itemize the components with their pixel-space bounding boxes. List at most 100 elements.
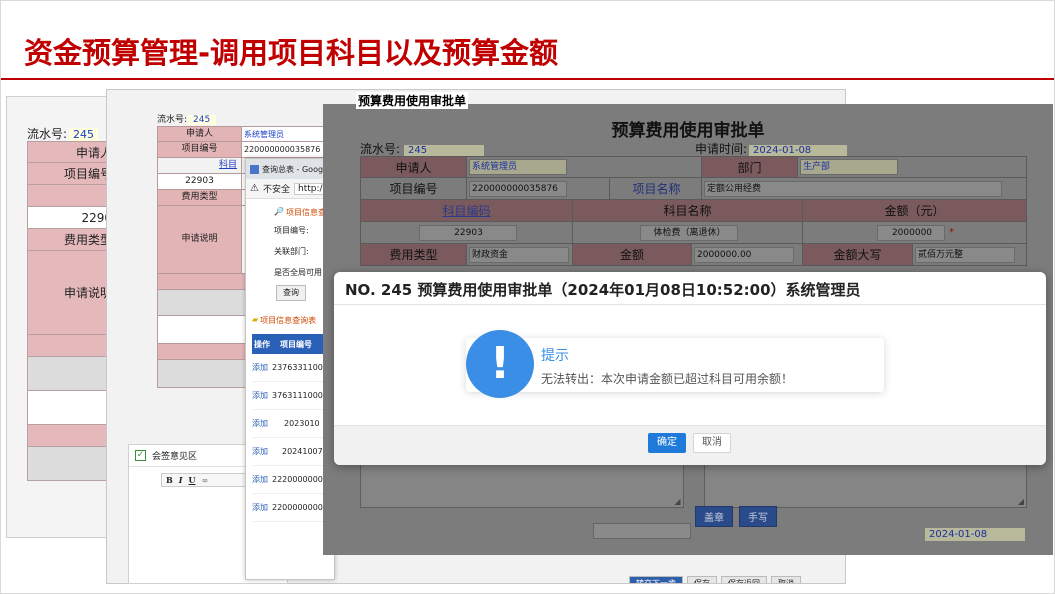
serial-value: 245 — [404, 145, 485, 156]
list-row: 添加 22200000004 — [252, 466, 334, 494]
add-link[interactable]: 添加 — [252, 362, 268, 373]
address-bar: ⚠ 不安全 http:/ — [246, 179, 334, 199]
form-grid: 申请人 系统管理员 部门 生产部 项目编号 220000000035876 项目… — [360, 156, 1027, 266]
applicant-label: 申请人 — [360, 157, 466, 177]
form-row: 费用类型 — [27, 229, 115, 251]
form-grid: 申请人 项目编号 2290 费用类型 申请说明 — [27, 141, 115, 481]
handwrite-button[interactable]: 手写 — [739, 506, 777, 527]
tab-title: 查询总表 - Googl — [262, 164, 326, 174]
expense-type-select[interactable]: 财政资金 — [469, 246, 569, 263]
opinion-textarea-right[interactable]: ◢ — [703, 464, 1027, 508]
checkbox-icon[interactable]: ✓ — [135, 450, 146, 461]
stamp-button[interactable]: 盖章 — [695, 506, 733, 527]
alert-dialog: NO. 245 预算费用使用审批单（2024年01月08日10:52:00）系统… — [334, 272, 1046, 465]
row-label: 申请人 — [158, 127, 242, 141]
project-name-input[interactable]: 定额公用经费 — [704, 180, 1002, 197]
table-header-row: 科目编码 科目名称 金额（元） — [360, 200, 1027, 222]
row-value[interactable]: 系统管理员 — [242, 127, 336, 141]
form-title: 预算费用使用审批单 — [611, 121, 765, 141]
save-return-button[interactable]: 保存返回 — [721, 576, 767, 583]
next-step-button[interactable]: 转交下一步 — [629, 576, 683, 583]
row-code: 22200000004 — [272, 475, 328, 484]
link-icon[interactable]: ∞ — [202, 475, 209, 485]
resize-grip-icon[interactable]: ◢ — [674, 497, 680, 506]
italic-button[interactable]: I — [179, 475, 183, 485]
dialog-title: NO. 245 预算费用使用审批单（2024年01月08日10:52:00）系统… — [345, 281, 861, 299]
form-row — [27, 447, 115, 481]
table-row: 22903 体检费（离退休） 2000000 * — [360, 222, 1027, 244]
form-row — [27, 391, 115, 425]
cancel-button[interactable]: 取消 — [693, 433, 731, 453]
amount-header: 金额（元） — [802, 200, 1027, 221]
row-code: 23763311000 — [272, 363, 328, 372]
row-label: 费用类型 — [158, 190, 242, 205]
query-button[interactable]: 查询 — [276, 285, 306, 301]
project-code-input[interactable]: 220000000035876 — [469, 180, 567, 197]
add-link[interactable]: 添加 — [252, 390, 268, 401]
form-row — [27, 335, 115, 357]
list-row: 添加 20241007 — [252, 438, 334, 466]
date-value: 2024-01-08 — [749, 145, 848, 156]
resize-grip-icon[interactable]: ◢ — [1018, 497, 1024, 506]
serial-value: 245 — [69, 128, 99, 141]
row-label: 项目编号 — [158, 142, 242, 157]
footer-input[interactable] — [593, 523, 691, 539]
dept-input[interactable]: 生产部 — [800, 159, 898, 175]
serial-label: 流水号: — [360, 142, 401, 156]
serial-label: 流水号: — [157, 115, 188, 125]
url-input[interactable]: http:/ — [293, 182, 327, 195]
opinion-textarea-left[interactable]: ◢ — [360, 464, 684, 508]
add-link[interactable]: 添加 — [252, 474, 268, 485]
browser-tab[interactable]: 查询总表 - Googl — [246, 159, 334, 179]
add-link[interactable]: 添加 — [252, 446, 268, 457]
amount-input[interactable]: 2000000 — [877, 224, 945, 241]
opinion-areas: ◢ ◢ — [360, 464, 1027, 508]
money-input[interactable]: 2000000.00 — [694, 246, 794, 263]
info-icon: ! — [466, 330, 534, 398]
form-row: 费用类型 财政资金 金额 2000000.00 金额大写 贰佰万元整 — [360, 244, 1027, 266]
cancel-button[interactable]: 取消 — [771, 576, 801, 583]
confirm-button[interactable]: 确定 — [648, 433, 686, 453]
serial-label: 流水号: — [27, 127, 68, 141]
form-row: 申请人 系统管理员 部门 生产部 — [360, 156, 1027, 178]
form-row: 申请说明 — [27, 251, 115, 335]
money-label: 金额 — [572, 244, 691, 265]
project-name-label: 项目名称 — [609, 178, 701, 199]
slide-title: 资金预算管理-调用项目科目以及预算金额 — [24, 36, 559, 70]
list-row: 添加 3763111000 — [252, 382, 334, 410]
dept-label: 部门 — [701, 157, 797, 177]
dialog-footer — [334, 425, 1046, 465]
subject-code-input[interactable]: 22903 — [418, 224, 517, 241]
column-header: 操作 — [254, 339, 270, 349]
money-upper-input[interactable]: 贰佰万元整 — [915, 246, 1015, 263]
list-row: 添加 2023010 — [252, 410, 334, 438]
form-row — [27, 185, 115, 207]
underline-button[interactable]: U — [189, 475, 196, 485]
serial-field: 流水号: 245 — [157, 112, 217, 125]
applicant-input[interactable]: 系统管理员 — [469, 159, 567, 175]
form-row: 申请人 — [27, 141, 115, 163]
subject-name-input[interactable]: 体检费（离退休） — [639, 224, 738, 241]
message-text: 无法转出：本次申请金额已超过科目可用余额！ — [541, 372, 794, 386]
sign-buttons: 盖章 手写 — [695, 506, 777, 527]
form-top-title: 预算费用使用审批单 — [356, 92, 469, 109]
bold-button[interactable]: B — [166, 475, 173, 485]
add-link[interactable]: 添加 — [252, 418, 268, 429]
column-header: 项目编号 — [280, 339, 312, 349]
project-code-label: 项目编号 — [360, 178, 466, 199]
save-button[interactable]: 保存 — [687, 576, 717, 583]
subject-code-link[interactable]: 科目编码 — [442, 202, 490, 219]
form-row: 项目编号 220000000035876 项目名称 定额公用经费 — [360, 178, 1027, 200]
subject-link[interactable]: 科目 — [219, 160, 237, 170]
add-link[interactable]: 添加 — [252, 502, 268, 513]
form-row: 申请人 系统管理员 — [157, 126, 337, 142]
list-title: 项目信息查询表 — [260, 316, 317, 325]
row-value[interactable]: 220000000035876 — [242, 142, 336, 157]
footer-date: 2024-01-08 — [925, 528, 1025, 541]
expense-type-label: 费用类型 — [360, 244, 466, 265]
insecure-label: 不安全 — [262, 185, 290, 195]
sign-opinion-title: 会签意见区 — [152, 452, 198, 462]
page-icon — [250, 164, 259, 174]
dialog-divider — [334, 304, 1046, 305]
title-rule — [0, 78, 1055, 80]
